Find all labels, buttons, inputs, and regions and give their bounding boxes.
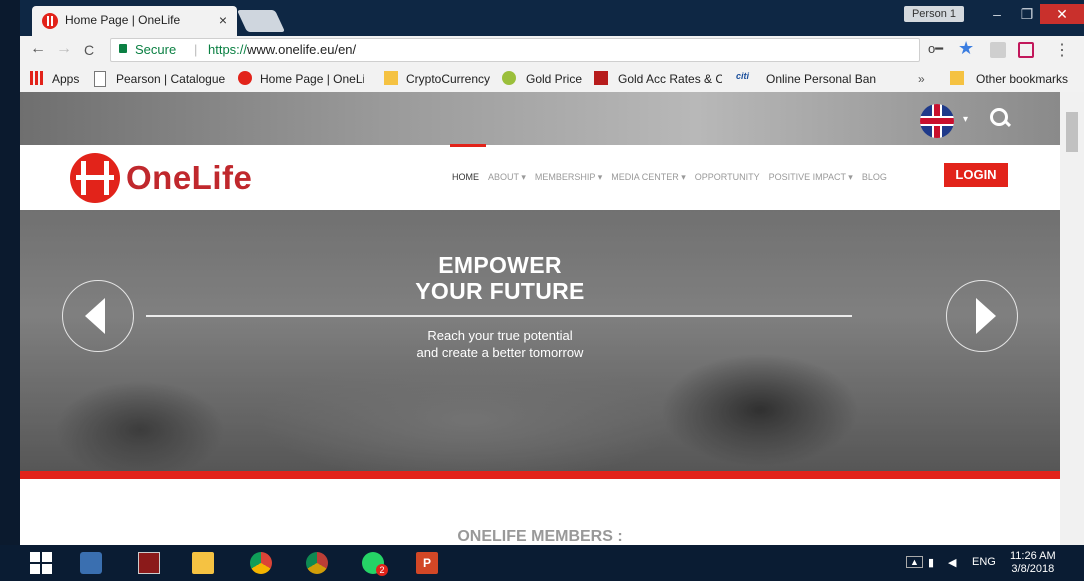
top-banner: ▾ <box>20 92 1060 145</box>
tray-expand-icon[interactable]: ▲ <box>906 556 923 568</box>
bookmark-star-icon[interactable]: ★ <box>958 38 974 59</box>
page-icon <box>94 71 106 87</box>
onelife-favicon-icon <box>42 13 58 29</box>
nav-about[interactable]: ABOUT ▾ <box>488 172 526 183</box>
chrome-icon[interactable] <box>250 552 272 574</box>
bookmarks-bar: Apps Pearson | Catalogue Home Page | One… <box>20 64 1084 93</box>
slider-prev-arrow-icon[interactable] <box>62 280 134 352</box>
bookmark-apps[interactable]: Apps <box>52 72 79 86</box>
onelife-logo-icon[interactable] <box>70 153 120 203</box>
bookmark-gold-price[interactable]: Gold Price <box>526 72 582 86</box>
bookmark-online-personal-bank[interactable]: Online Personal Bank <box>766 72 876 86</box>
computer-icon[interactable] <box>80 552 102 574</box>
windows-taskbar: 2 P ▲ ▮ ◀ ENG 11:26 AM 3/8/2018 <box>0 545 1084 581</box>
uk-flag-icon[interactable] <box>920 104 954 138</box>
gold-rates-icon <box>594 71 608 85</box>
slider-next-arrow-icon[interactable] <box>946 280 1018 352</box>
more-bookmarks-button[interactable]: » <box>918 72 925 86</box>
back-button[interactable]: ← <box>30 40 46 58</box>
main-nav: HOME ABOUT ▾ MEMBERSHIP ▾ MEDIA CENTER ▾… <box>450 144 887 183</box>
tab-close-icon[interactable]: × <box>219 12 227 28</box>
site-logo-text[interactable]: OneLife <box>126 159 252 197</box>
chrome-profile-icon[interactable] <box>306 552 328 574</box>
clock[interactable]: 11:26 AM 3/8/2018 <box>1010 550 1056 576</box>
secure-label: Secure <box>135 42 177 57</box>
pdf-extension-icon[interactable] <box>990 42 1006 58</box>
chrome-menu-icon[interactable]: ⋮ <box>1054 40 1070 60</box>
tab-strip: Home Page | OneLife × Person 1 – ❐ ✕ <box>20 0 1084 36</box>
file-explorer-icon[interactable] <box>192 552 214 574</box>
new-tab-button[interactable] <box>236 10 286 32</box>
citi-icon: citi <box>736 71 750 81</box>
browser-toolbar: ← → C Secure | https://www.onelife.eu/en… <box>20 36 1084 64</box>
acrobat-icon[interactable] <box>138 552 160 574</box>
nav-blog[interactable]: BLOG <box>862 172 887 183</box>
nav-membership[interactable]: MEMBERSHIP ▾ <box>535 172 602 183</box>
maximize-button[interactable]: ❐ <box>1012 4 1042 24</box>
volume-icon[interactable]: ◀ <box>948 556 956 569</box>
profile-button[interactable]: Person 1 <box>903 6 964 22</box>
tab-home-page[interactable]: Home Page | OneLife × <box>32 6 237 36</box>
language-indicator[interactable]: ENG <box>972 556 996 568</box>
powerpoint-icon[interactable]: P <box>416 552 438 574</box>
page-scrollbar[interactable] <box>1060 92 1084 545</box>
hero-subtitle: Reach your true potential and create a b… <box>416 328 584 360</box>
search-icon[interactable] <box>990 108 1008 126</box>
other-folder-icon <box>950 71 964 85</box>
nav-opportunity[interactable]: OPPORTUNITY <box>695 172 760 183</box>
close-window-button[interactable]: ✕ <box>1040 4 1084 24</box>
minimize-button[interactable]: – <box>982 4 1012 24</box>
reload-button[interactable]: C <box>84 42 94 58</box>
lock-icon <box>119 44 127 53</box>
nav-media-center[interactable]: MEDIA CENTER ▾ <box>611 172 686 183</box>
network-icon[interactable]: ▮ <box>928 556 934 569</box>
bookmark-pearson[interactable]: Pearson | Catalogue <box>116 72 225 86</box>
hero-title: EMPOWER YOUR FUTURE <box>415 252 585 304</box>
tab-title: Home Page | OneLife <box>65 13 181 27</box>
nav-positive-impact[interactable]: POSITIVE IMPACT ▾ <box>769 172 853 183</box>
nav-home[interactable]: HOME <box>450 144 486 183</box>
gold-price-icon <box>502 71 516 85</box>
hero-divider <box>146 315 852 317</box>
address-separator: | <box>194 42 198 57</box>
other-bookmarks[interactable]: Other bookmarks <box>976 72 1068 86</box>
bookmark-cryptocurrency[interactable]: CryptoCurrency <box>406 72 490 86</box>
apps-icon <box>30 71 44 85</box>
site-header: OneLife HOME ABOUT ▾ MEMBERSHIP ▾ MEDIA … <box>20 144 1060 210</box>
web-page: ▾ OneLife HOME ABOUT ▾ MEMBERSHIP ▾ MEDI… <box>20 92 1060 545</box>
address-bar[interactable]: Secure | https://www.onelife.eu/en/ <box>110 38 920 62</box>
bookmark-onelife[interactable]: Home Page | OneLife <box>260 72 364 86</box>
language-caret-icon[interactable]: ▾ <box>963 114 968 125</box>
url-text[interactable]: https://www.onelife.eu/en/ <box>208 42 356 57</box>
browser-window: Home Page | OneLife × Person 1 – ❐ ✕ ← →… <box>20 0 1084 545</box>
hero-red-bar <box>20 471 1060 479</box>
key-icon[interactable]: o━ <box>928 41 943 57</box>
scrollbar-thumb[interactable] <box>1066 112 1078 152</box>
hero-slider: EMPOWER YOUR FUTURE Reach your true pote… <box>20 210 1060 471</box>
folder-icon <box>384 71 398 85</box>
whatsapp-badge: 2 <box>376 564 388 576</box>
bookmark-gold-acc-rates[interactable]: Gold Acc Rates & Ch <box>618 72 722 86</box>
whatsapp-icon[interactable]: 2 <box>362 552 388 576</box>
login-button[interactable]: LOGIN <box>944 163 1008 187</box>
forward-button[interactable]: → <box>56 40 72 58</box>
members-heading: ONELIFE MEMBERS : <box>457 528 623 545</box>
onelife-bookmark-icon <box>238 71 252 85</box>
windows-start-icon[interactable] <box>30 552 52 574</box>
pocket-extension-icon[interactable] <box>1018 42 1034 58</box>
